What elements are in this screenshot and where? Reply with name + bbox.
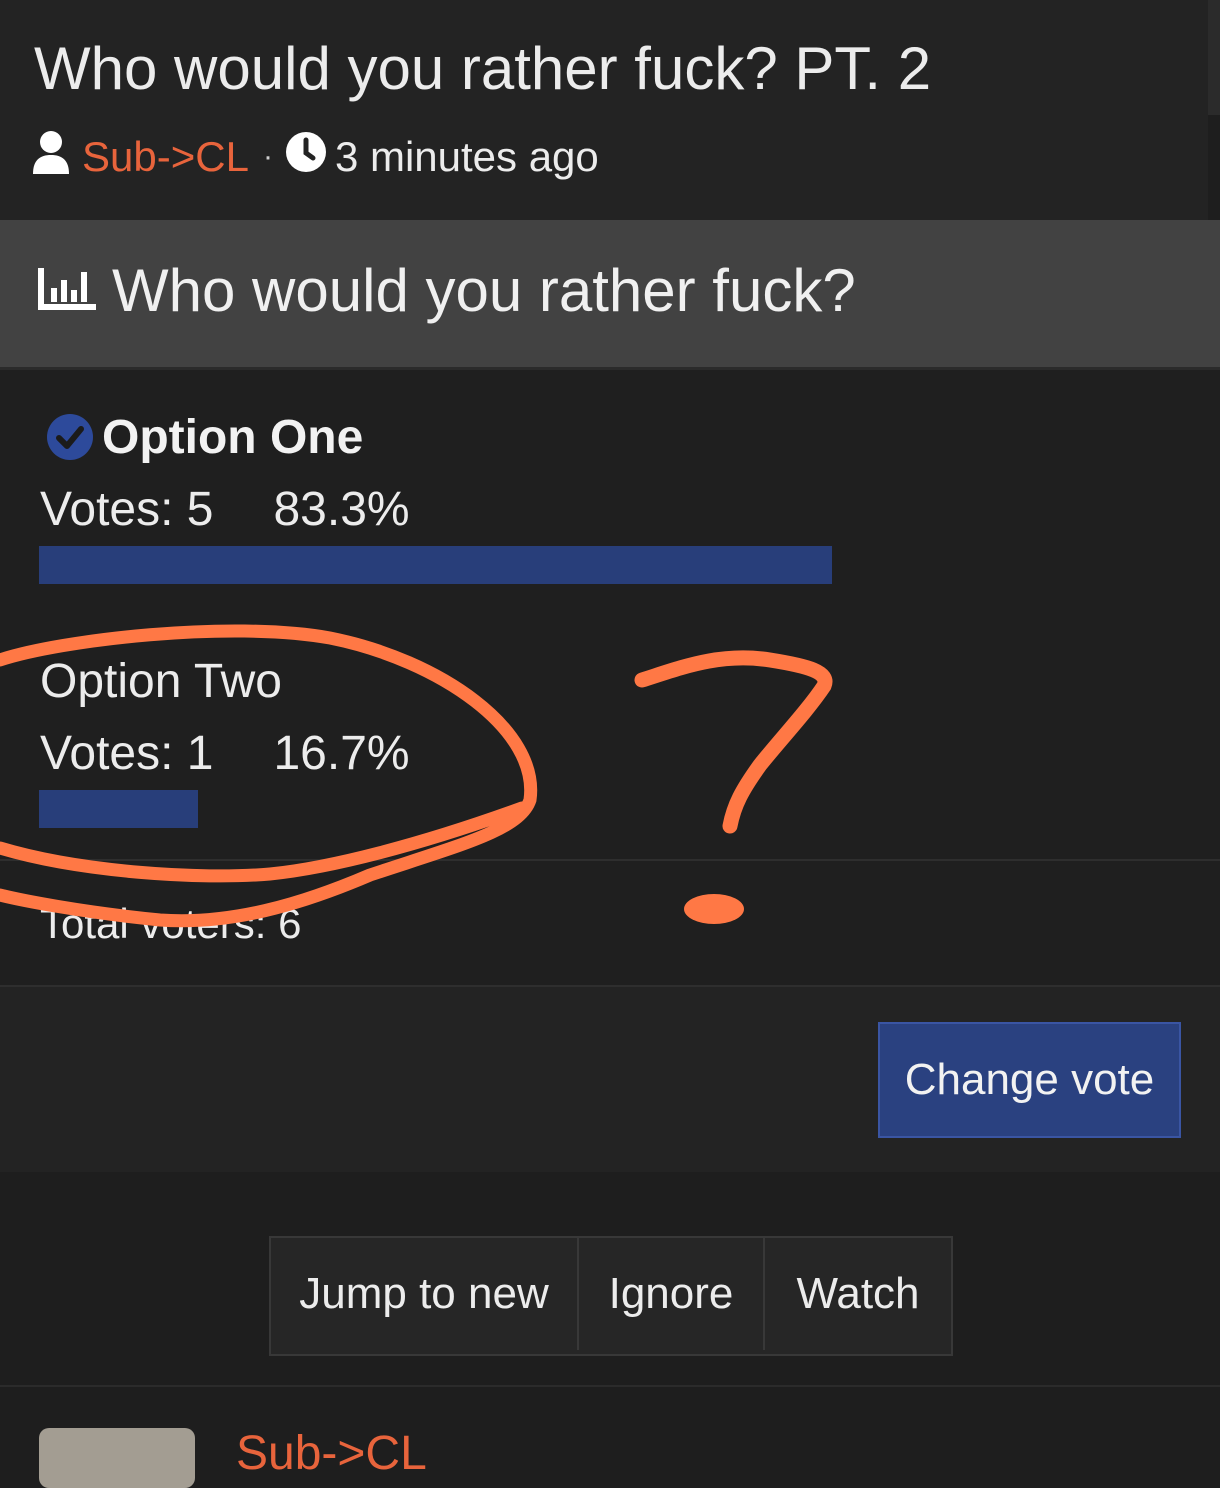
watch-button[interactable]: Watch: [765, 1238, 951, 1350]
poll-option-stats: Votes: 5 83.3%: [40, 482, 410, 537]
poll-option-votes: Votes: 1: [40, 727, 214, 780]
divider: [0, 1385, 1220, 1387]
thread-author-link[interactable]: Sub->CL: [82, 133, 249, 181]
poll-header: Who would you rather fuck?: [0, 220, 1220, 367]
poll-option-stats: Votes: 1 16.7%: [40, 726, 410, 781]
meta-separator: ·: [262, 140, 273, 173]
thread-action-buttons: Jump to new Ignore Watch: [269, 1236, 953, 1356]
thread-time[interactable]: 3 minutes ago: [335, 133, 599, 181]
poll-option-label: Option Two: [40, 655, 282, 708]
jump-to-new-button[interactable]: Jump to new: [271, 1238, 579, 1350]
poll-option-votes: Votes: 5: [40, 483, 214, 536]
poll-option-percent: 83.3%: [273, 483, 410, 536]
poll-option-bar: [39, 790, 991, 828]
poll-option-percent: 16.7%: [273, 727, 410, 780]
ignore-button[interactable]: Ignore: [579, 1238, 765, 1350]
divider: [0, 859, 1220, 861]
poll-actions: Change vote: [0, 985, 1220, 1172]
thread-meta: Sub->CL · 3 minutes ago: [32, 130, 599, 184]
scrollbar[interactable]: [1208, 0, 1220, 115]
poll-question: Who would you rather fuck?: [112, 257, 856, 324]
poll-option-bar: [39, 546, 991, 584]
thread-header: Who would you rather fuck? PT. 2 Sub->CL…: [0, 0, 1208, 220]
user-icon: [32, 130, 70, 184]
poll-total-voters: Total voters: 6: [40, 900, 302, 947]
poll-option-bar-fill: [39, 790, 198, 828]
clock-icon: [285, 131, 327, 183]
avatar[interactable]: [39, 1428, 195, 1488]
check-circle-icon: [46, 413, 94, 466]
poll-results: Option One Votes: 5 83.3% Option Two Vot…: [0, 367, 1220, 988]
post-author-link[interactable]: Sub->CL: [236, 1426, 427, 1481]
poll-option-label: Option One: [102, 411, 364, 464]
poll-option-bar-fill: [39, 546, 833, 584]
thread-title: Who would you rather fuck? PT. 2: [34, 35, 932, 102]
change-vote-button[interactable]: Change vote: [878, 1022, 1181, 1138]
bar-chart-icon: [38, 266, 98, 315]
